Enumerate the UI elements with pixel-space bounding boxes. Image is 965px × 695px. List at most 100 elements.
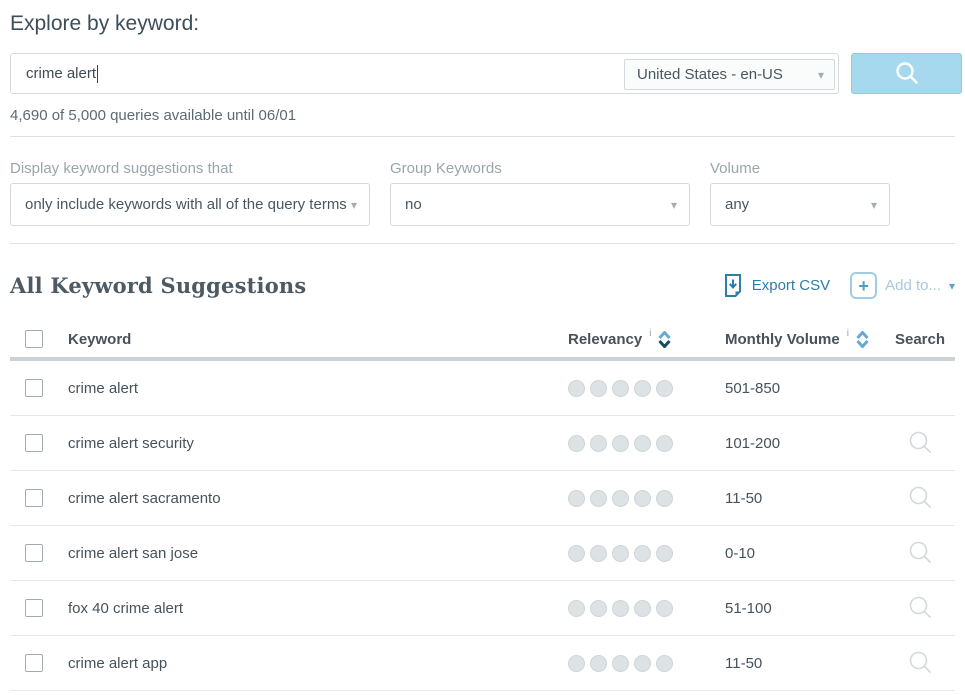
row-checkbox[interactable]	[25, 654, 43, 672]
row-checkbox[interactable]	[25, 599, 43, 617]
relevancy-dot	[656, 380, 673, 397]
relevancy-dot	[590, 545, 607, 562]
filter-group-keywords-select[interactable]: no ▾	[390, 183, 690, 226]
queries-available-note: 4,690 of 5,000 queries available until 0…	[10, 107, 955, 124]
relevancy-dot	[590, 380, 607, 397]
keyword-cell: fox 40 crime alert	[68, 600, 568, 617]
magnifier-icon	[906, 484, 934, 512]
relevancy-dot	[656, 435, 673, 452]
volume-cell: 501-850	[725, 380, 885, 397]
relevancy-dots	[568, 435, 673, 452]
relevancy-dots	[568, 545, 673, 562]
relevancy-dot	[634, 490, 651, 507]
relevancy-dots	[568, 490, 673, 507]
select-all-checkbox[interactable]	[25, 330, 43, 348]
relevancy-dot	[568, 655, 585, 672]
volume-cell: 11-50	[725, 655, 885, 672]
row-checkbox[interactable]	[25, 379, 43, 397]
sort-down-icon	[658, 340, 671, 348]
table-row: fox 40 crime alert 51-100	[10, 581, 955, 636]
column-header-monthly-volume: Monthly Volume	[725, 331, 840, 348]
relevancy-dot	[612, 655, 629, 672]
filter-suggestions-value: only include keywords with all of the qu…	[25, 196, 347, 213]
table-row: crime alert san jose 0-10	[10, 526, 955, 581]
magnifier-icon	[906, 649, 934, 677]
relevancy-dot	[634, 600, 651, 617]
suggestions-table: Keyword Relevancy i Monthly Volume i Sea…	[10, 321, 955, 691]
table-row: crime alert app 11-50	[10, 636, 955, 691]
divider	[10, 136, 955, 137]
row-search-button[interactable]	[906, 429, 934, 457]
export-csv-icon	[723, 273, 743, 298]
keyword-cell: crime alert security	[68, 435, 568, 452]
search-button[interactable]	[851, 53, 962, 94]
text-cursor	[97, 65, 98, 83]
column-header-relevancy: Relevancy	[568, 331, 642, 348]
relevancy-dot	[590, 655, 607, 672]
export-csv-button[interactable]: Export CSV	[723, 273, 830, 298]
add-to-button[interactable]: + Add to... ▾	[850, 272, 955, 299]
relevancy-dot	[612, 490, 629, 507]
relevancy-dot	[590, 435, 607, 452]
table-row: crime alert sacramento 11-50	[10, 471, 955, 526]
filter-volume-group: Volume any ▾	[710, 160, 890, 226]
keyword-cell: crime alert sacramento	[68, 490, 568, 507]
relevancy-dot	[590, 490, 607, 507]
relevancy-dot	[568, 490, 585, 507]
magnifier-icon	[892, 59, 922, 89]
chevron-down-icon: ▾	[949, 279, 955, 293]
relevancy-dot	[656, 655, 673, 672]
filter-volume-label: Volume	[710, 160, 890, 177]
relevancy-dots	[568, 600, 673, 617]
relevancy-dot	[634, 435, 651, 452]
keyword-search-input[interactable]: crime alert United States - en-US ▾	[10, 53, 839, 94]
page-title: Explore by keyword:	[10, 12, 955, 36]
row-search-button[interactable]	[906, 594, 934, 622]
volume-cell: 101-200	[725, 435, 885, 452]
sort-down-icon	[856, 340, 869, 348]
filter-suggestions-group: Display keyword suggestions that only in…	[10, 160, 370, 226]
magnifier-icon	[906, 594, 934, 622]
locale-select[interactable]: United States - en-US ▾	[624, 59, 835, 90]
info-icon[interactable]: i	[847, 328, 849, 339]
relevancy-dot	[568, 380, 585, 397]
add-to-label: Add to...	[885, 277, 941, 294]
row-search-button[interactable]	[906, 539, 934, 567]
column-header-keyword: Keyword	[68, 331, 568, 348]
search-area: crime alert United States - en-US ▾	[10, 53, 955, 94]
row-checkbox[interactable]	[25, 489, 43, 507]
volume-cell: 0-10	[725, 545, 885, 562]
filter-volume-select[interactable]: any ▾	[710, 183, 890, 226]
filters-row: Display keyword suggestions that only in…	[10, 160, 955, 226]
chevron-down-icon: ▾	[871, 198, 877, 212]
volume-cell: 11-50	[725, 490, 885, 507]
keyword-query-text: crime alert	[26, 65, 96, 82]
keyword-cell: crime alert san jose	[68, 545, 568, 562]
info-icon[interactable]: i	[649, 328, 651, 339]
relevancy-dot	[634, 545, 651, 562]
relevancy-dot	[568, 545, 585, 562]
locale-selected-value: United States - en-US	[637, 66, 783, 83]
sort-up-icon	[658, 331, 671, 339]
row-checkbox[interactable]	[25, 434, 43, 452]
relevancy-dots	[568, 655, 673, 672]
row-search-button[interactable]	[906, 649, 934, 677]
relevancy-dot	[634, 655, 651, 672]
divider	[10, 243, 955, 244]
suggestions-heading: All Keyword Suggestions	[10, 273, 306, 298]
relevancy-dot	[568, 600, 585, 617]
relevancy-dot	[568, 435, 585, 452]
row-checkbox[interactable]	[25, 544, 43, 562]
relevancy-dot	[612, 600, 629, 617]
row-search-button[interactable]	[906, 484, 934, 512]
filter-suggestions-select[interactable]: only include keywords with all of the qu…	[10, 183, 370, 226]
sort-volume-control[interactable]	[856, 331, 869, 348]
suggestion-rows: crime alert 501-850 crime alert security…	[10, 361, 955, 691]
filter-group-keywords-value: no	[405, 196, 422, 213]
relevancy-dot	[612, 545, 629, 562]
table-header-row: Keyword Relevancy i Monthly Volume i Sea…	[10, 321, 955, 361]
keyword-cell: crime alert	[68, 380, 568, 397]
sort-relevancy-control[interactable]	[658, 331, 671, 348]
table-row: crime alert 501-850	[10, 361, 955, 416]
filter-suggestions-label: Display keyword suggestions that	[10, 160, 370, 177]
